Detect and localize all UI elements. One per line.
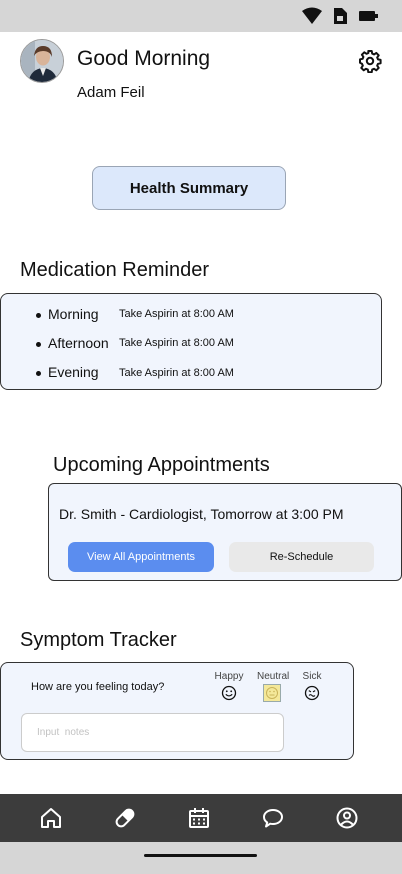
medication-title: Medication Reminder	[20, 259, 209, 281]
symptom-card: How are you feeling today? Happy Neutral…	[0, 662, 354, 760]
medication-instruction: Take Aspirin at 8:00 AM	[119, 367, 234, 379]
mood-happy[interactable]: Happy	[214, 671, 244, 701]
medication-time: Evening	[48, 364, 99, 380]
mood-neutral[interactable]: Neutral	[257, 671, 290, 702]
gesture-area	[0, 842, 402, 874]
appointment-details: Dr. Smith - Cardiologist, Tomorrow at 3:…	[59, 506, 344, 522]
settings-button[interactable]	[358, 49, 382, 74]
home-indicator[interactable]	[144, 854, 257, 857]
medication-instruction: Take Aspirin at 8:00 AM	[119, 337, 234, 349]
bullet	[36, 342, 41, 347]
happy-face-icon	[221, 685, 237, 701]
greeting: Good Morning	[77, 47, 211, 70]
profile-icon	[336, 807, 358, 829]
reschedule-button[interactable]: Re-Schedule	[229, 542, 374, 572]
avatar-image	[21, 40, 63, 82]
status-bar	[0, 0, 402, 32]
bullet	[36, 371, 41, 376]
mood-sick[interactable]: Sick	[297, 671, 327, 701]
medication-card: Morning Take Aspirin at 8:00 AM Afternoo…	[0, 293, 382, 390]
nav-home[interactable]	[39, 806, 63, 830]
sim-card-icon	[334, 8, 347, 24]
neutral-face-icon	[263, 684, 281, 702]
user-name: Adam Feil	[77, 84, 145, 101]
wifi-icon	[302, 7, 322, 24]
nav-profile[interactable]	[335, 806, 359, 830]
sick-face-icon	[304, 685, 320, 701]
feeling-question: How are you feeling today?	[31, 681, 165, 693]
avatar[interactable]	[20, 39, 64, 83]
nav-messages[interactable]	[261, 806, 285, 830]
chat-icon	[263, 809, 283, 828]
bottom-nav	[0, 794, 402, 842]
view-all-appointments-button[interactable]: View All Appointments	[68, 542, 214, 572]
symptom-tracker-title: Symptom Tracker	[20, 629, 177, 651]
medication-instruction: Take Aspirin at 8:00 AM	[119, 308, 234, 320]
mood-label: Neutral	[257, 671, 290, 682]
appointments-title: Upcoming Appointments	[53, 454, 270, 476]
nav-medications[interactable]	[113, 806, 137, 830]
appointment-card: Dr. Smith - Cardiologist, Tomorrow at 3:…	[48, 483, 402, 581]
gear-icon	[359, 50, 382, 74]
nav-calendar[interactable]	[187, 806, 211, 830]
calendar-icon	[189, 808, 209, 828]
mood-label: Happy	[214, 671, 244, 682]
home-icon	[41, 808, 61, 828]
health-summary-button[interactable]: Health Summary	[92, 166, 286, 210]
notes-input[interactable]	[21, 713, 284, 752]
battery-icon	[359, 11, 378, 21]
pill-icon	[115, 808, 135, 828]
medication-time: Afternoon	[48, 335, 109, 351]
bullet	[36, 313, 41, 318]
medication-time: Morning	[48, 306, 99, 322]
mood-label: Sick	[302, 671, 322, 682]
